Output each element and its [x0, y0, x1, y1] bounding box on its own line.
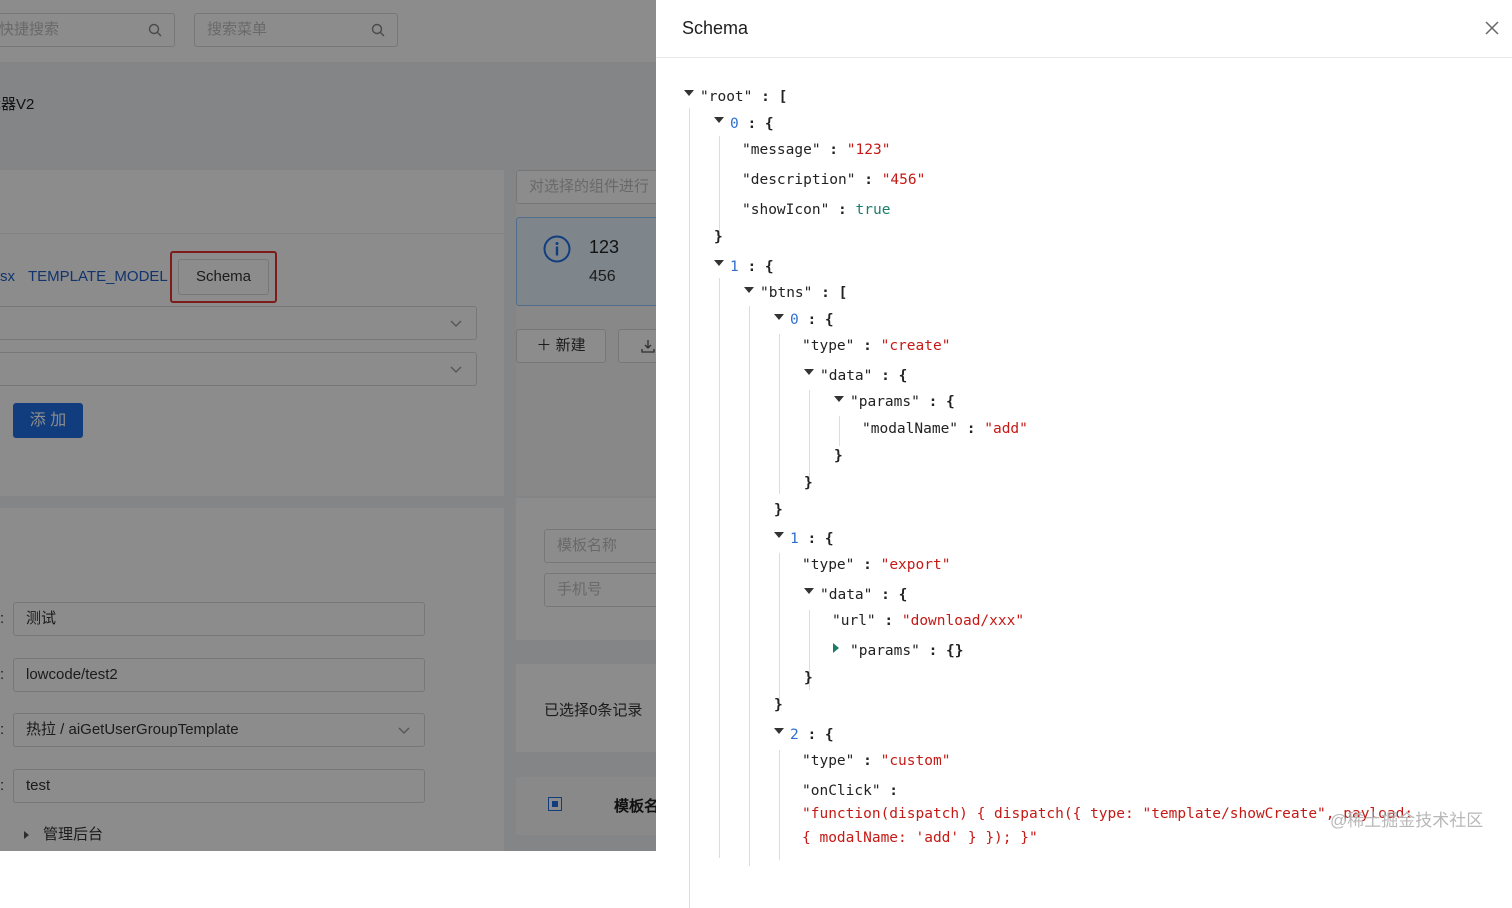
json-line: 0 : { — [730, 116, 774, 132]
collapse-toggle[interactable] — [834, 396, 844, 402]
json-line: "data" : { — [820, 587, 908, 603]
collapse-toggle[interactable] — [804, 588, 814, 594]
json-line: } — [804, 475, 813, 491]
json-line: "type" : "custom" — [802, 753, 951, 769]
close-icon[interactable] — [1484, 20, 1500, 36]
drawer-title: Schema — [682, 18, 749, 38]
json-line: 2 : { — [790, 727, 834, 743]
json-line: 1 : { — [730, 259, 774, 275]
json-line: "showIcon" : true — [742, 202, 891, 218]
collapse-toggle[interactable] — [774, 728, 784, 734]
json-line: } — [774, 697, 783, 713]
json-line: "type" : "create" — [802, 338, 951, 354]
indent-guide — [809, 390, 810, 480]
indent-guide — [719, 278, 720, 858]
indent-guide — [779, 334, 780, 494]
json-line: "message" : "123" — [742, 142, 891, 158]
json-line: } — [834, 448, 843, 464]
json-line: "description" : "456" — [742, 172, 926, 188]
indent-guide — [719, 136, 720, 236]
collapse-toggle[interactable] — [774, 532, 784, 538]
modal-mask[interactable] — [0, 0, 656, 851]
indent-guide — [689, 108, 690, 908]
json-line: { modalName: 'add' } }); }" — [802, 830, 1038, 846]
json-viewer: "root" : [ 0 : { "message" : "123" "desc… — [656, 58, 1512, 908]
json-line: } — [804, 670, 813, 686]
collapse-toggle[interactable] — [744, 287, 754, 293]
json-line: 0 : { — [790, 312, 834, 328]
json-line: } — [714, 229, 723, 245]
drawer-header: Schema — [656, 0, 1512, 58]
json-line: "onClick" : — [802, 783, 899, 799]
json-line: "function(dispatch) { dispatch({ type: "… — [802, 806, 1414, 822]
json-line: 1 : { — [790, 531, 834, 547]
watermark: @稀土掘金技术社区 — [1330, 811, 1484, 830]
indent-guide — [779, 750, 780, 860]
json-line: "type" : "export" — [802, 557, 951, 573]
collapse-toggle[interactable] — [774, 314, 784, 320]
json-line: "btns" : [ — [760, 285, 848, 301]
json-line: "root" : [ — [700, 89, 788, 105]
indent-guide — [749, 306, 750, 866]
json-line: "params" : { — [850, 394, 955, 410]
json-line: "modalName" : "add" — [862, 421, 1028, 437]
collapse-toggle[interactable] — [714, 117, 724, 123]
json-line: } — [774, 502, 783, 518]
collapse-toggle[interactable] — [804, 369, 814, 375]
indent-guide — [779, 553, 780, 703]
expand-toggle[interactable] — [833, 643, 839, 653]
json-line: "params" : {} — [850, 643, 964, 659]
json-line: "url" : "download/xxx" — [832, 613, 1025, 629]
indent-guide — [839, 416, 840, 446]
collapse-toggle[interactable] — [714, 260, 724, 266]
json-line: "data" : { — [820, 368, 908, 384]
collapse-toggle[interactable] — [684, 90, 694, 96]
